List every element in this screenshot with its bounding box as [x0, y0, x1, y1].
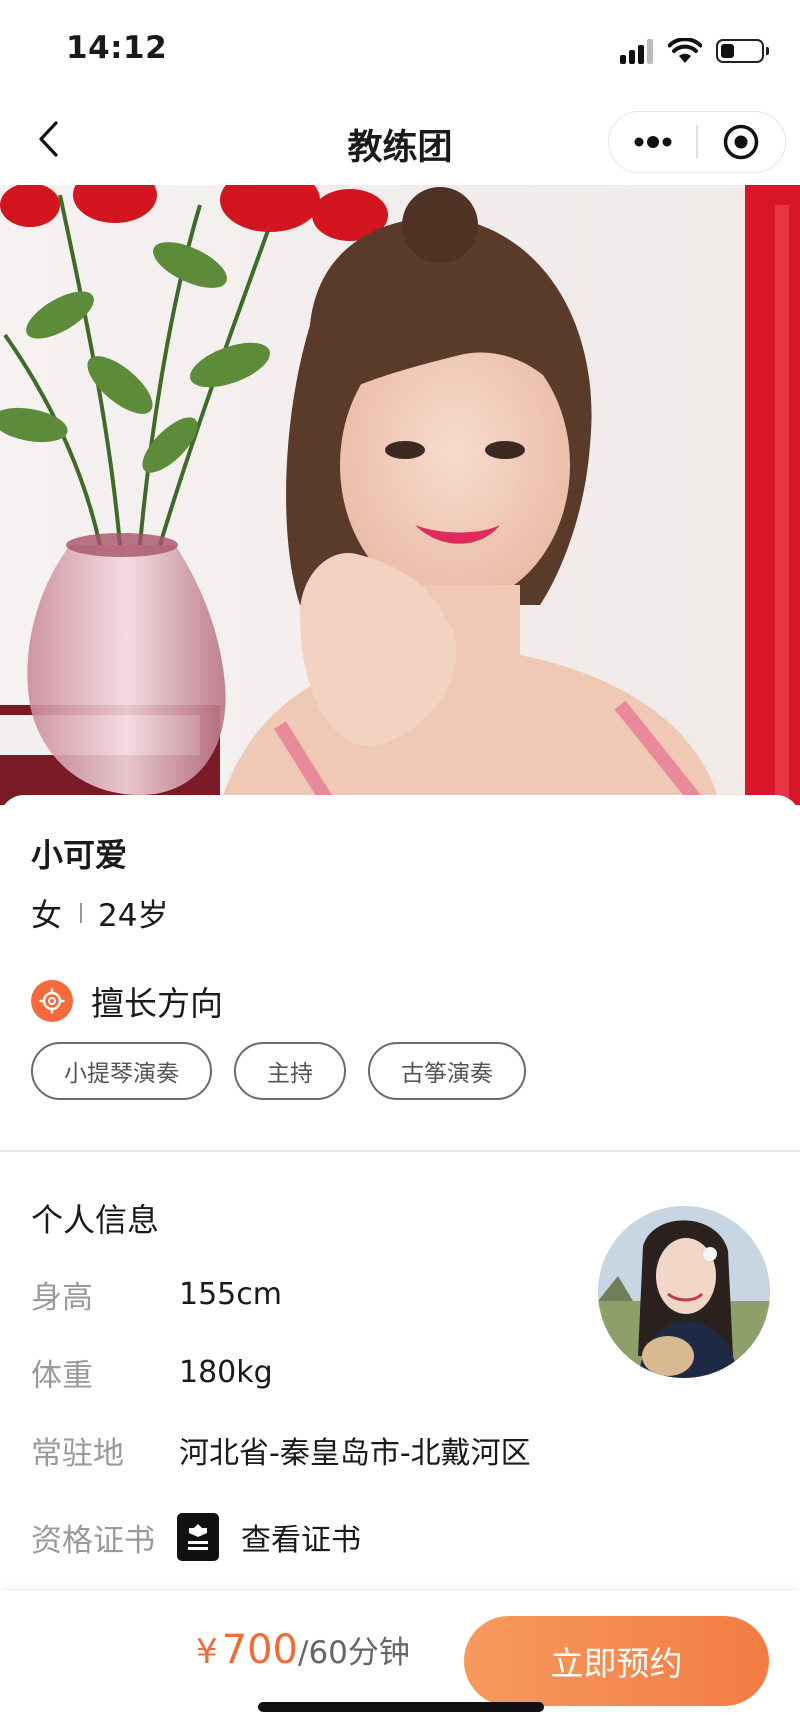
- hero-illustration: [0, 185, 800, 805]
- weight-value: 180kg: [179, 1354, 273, 1390]
- nav-bar: 教练团: [0, 95, 800, 185]
- price-unit: /60分钟: [298, 1635, 410, 1671]
- status-time: 14:12: [66, 30, 168, 66]
- gear-badge-icon: [31, 980, 73, 1022]
- personal-info-title: 个人信息: [31, 1201, 160, 1239]
- height-label: 身高: [31, 1279, 93, 1316]
- target-close-icon: [724, 124, 759, 160]
- section-divider: [0, 1150, 800, 1152]
- specialty-tag: 主持: [234, 1042, 346, 1100]
- status-icons: [620, 36, 769, 66]
- price-currency: ¥: [196, 1632, 218, 1672]
- residence-label: 常驻地: [31, 1435, 124, 1472]
- specialty-title: 擅长方向: [91, 984, 223, 1023]
- price-amount: 700: [221, 1627, 298, 1673]
- coach-hero-photo: [0, 185, 800, 805]
- mini-program-capsule: [608, 111, 786, 173]
- avatar[interactable]: [598, 1206, 770, 1378]
- height-value: 155cm: [179, 1276, 282, 1312]
- coach-gender: 女: [31, 898, 62, 934]
- home-indicator: [258, 1702, 544, 1712]
- specialty-header: 擅长方向: [31, 977, 223, 1025]
- certificate-label: 资格证书: [31, 1522, 155, 1559]
- separator: [80, 902, 82, 923]
- book-now-button[interactable]: 立即预约: [464, 1616, 769, 1706]
- more-button[interactable]: [609, 112, 696, 172]
- info-row-height: 身高 155cm: [31, 1272, 282, 1316]
- back-button[interactable]: [26, 117, 70, 161]
- profile-card: 小可爱 女 24岁 擅长方向 小提琴演奏 主持 古筝演奏: [0, 795, 800, 1150]
- gender-age: 女 24岁: [31, 890, 168, 935]
- status-bar: 14:12: [0, 0, 800, 95]
- view-certificate-link[interactable]: 查看证书: [241, 1515, 361, 1559]
- coach-age: 24岁: [98, 898, 169, 934]
- info-row-weight: 体重 180kg: [31, 1350, 273, 1394]
- more-dots-icon: [634, 136, 672, 148]
- chevron-left-icon: [39, 121, 58, 157]
- specialty-tags: 小提琴演奏 主持 古筝演奏: [31, 1042, 526, 1100]
- weight-label: 体重: [31, 1357, 93, 1394]
- price: ¥ 700 /60分钟: [196, 1627, 410, 1673]
- close-mini-program-button[interactable]: [698, 112, 785, 172]
- residence-value: 河北省-秦皇岛市-北戴河区: [179, 1436, 531, 1471]
- info-row-certificate: 资格证书 查看证书: [31, 1513, 361, 1561]
- battery-icon: [716, 39, 769, 63]
- info-row-residence: 常驻地 河北省-秦皇岛市-北戴河区: [31, 1428, 531, 1472]
- certificate-icon[interactable]: [177, 1513, 219, 1561]
- coach-name: 小可爱: [31, 836, 128, 874]
- specialty-tag: 小提琴演奏: [31, 1042, 212, 1100]
- battery-level: [721, 44, 734, 58]
- specialty-tag: 古筝演奏: [368, 1042, 526, 1100]
- cellular-signal-icon: [620, 38, 654, 64]
- wifi-icon: [668, 38, 702, 63]
